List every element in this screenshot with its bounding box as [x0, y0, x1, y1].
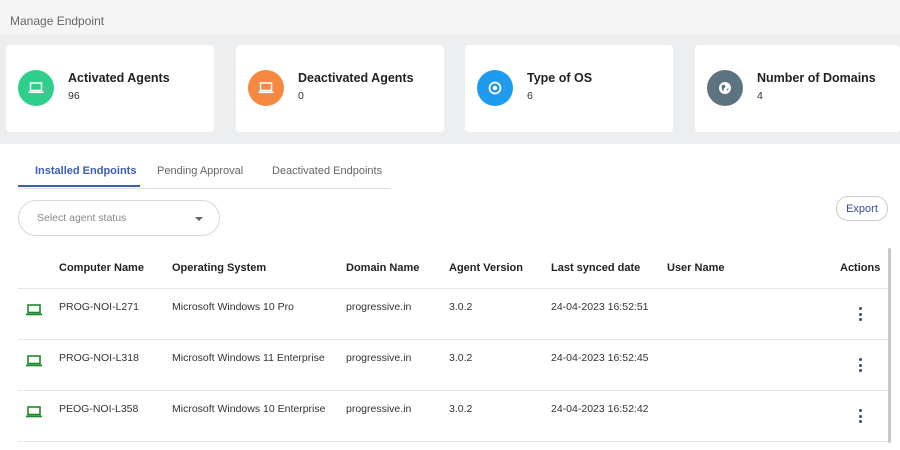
card-label: Deactivated Agents — [298, 71, 414, 85]
column-header: Domain Name — [346, 262, 420, 274]
laptop-icon — [26, 355, 42, 367]
last-synced-date: 24-04-2023 16:52:51 — [551, 301, 649, 313]
endpoint-tabs: Installed Endpoints Pending Approval Dea… — [18, 150, 390, 189]
column-header: Agent Version — [449, 262, 523, 274]
card-value: 96 — [68, 90, 80, 102]
table-scrollbar[interactable] — [888, 248, 891, 443]
operating-system: Microsoft Windows 10 Pro — [172, 301, 294, 313]
table-row[interactable]: PEOG-NOI-L358 Microsoft Windows 10 Enter… — [18, 391, 888, 442]
more-actions-icon[interactable] — [858, 358, 862, 372]
column-header: Computer Name — [59, 262, 144, 274]
table-header: Computer Name Operating System Domain Na… — [18, 248, 888, 289]
domain-name: progressive.in — [346, 301, 412, 313]
select-placeholder: Select agent status — [37, 212, 127, 224]
page-title: Manage Endpoint — [10, 14, 105, 28]
domain-name: progressive.in — [346, 403, 412, 415]
agent-status-select[interactable]: Select agent status — [18, 200, 220, 236]
card-label: Type of OS — [527, 71, 593, 85]
chevron-down-icon — [195, 217, 203, 221]
tab-pending-approval[interactable]: Pending Approval — [157, 165, 243, 177]
top-bar: Manage Endpoint — [0, 0, 900, 35]
column-header: Actions — [840, 262, 881, 274]
card-value: 0 — [298, 90, 304, 102]
card-value: 4 — [757, 90, 763, 102]
card-number-of-domains: Number of Domains 4 — [695, 45, 900, 132]
more-actions-icon[interactable] — [858, 307, 862, 321]
computer-name: PROG-NOI-L271 — [59, 301, 139, 313]
agent-version: 3.0.2 — [449, 352, 473, 364]
card-activated-agents: Activated Agents 96 — [6, 45, 214, 132]
agent-version: 3.0.2 — [449, 403, 473, 415]
table-row[interactable]: PROG-NOI-L318 Microsoft Windows 11 Enter… — [18, 340, 888, 391]
table-row[interactable]: PROG-NOI-L271 Microsoft Windows 10 Pro p… — [18, 289, 888, 340]
computer-name: PROG-NOI-L318 — [59, 352, 139, 364]
operating-system: Microsoft Windows 10 Enterprise — [172, 403, 326, 415]
card-type-of-os: Type of OS 6 — [465, 45, 673, 132]
column-header: Last synced date — [551, 262, 641, 274]
last-synced-date: 24-04-2023 16:52:45 — [551, 352, 649, 364]
laptop-icon — [26, 406, 42, 418]
card-label: Number of Domains — [757, 71, 876, 85]
export-button[interactable]: Export — [836, 196, 888, 221]
card-deactivated-agents: Deactivated Agents 0 — [236, 45, 444, 132]
card-value: 6 — [527, 90, 533, 102]
active-tab-indicator — [18, 185, 140, 187]
laptop-icon — [26, 304, 42, 316]
os-target-icon — [477, 70, 513, 106]
operating-system: Microsoft Windows 11 Enterprise — [172, 352, 325, 364]
column-header: Operating System — [172, 262, 267, 274]
column-header: User Name — [667, 262, 725, 274]
domain-name: progressive.in — [346, 352, 412, 364]
last-synced-date: 24-04-2023 16:52:42 — [551, 403, 649, 415]
tab-installed-endpoints[interactable]: Installed Endpoints — [35, 165, 136, 177]
laptop-icon — [248, 70, 284, 106]
computer-name: PEOG-NOI-L358 — [59, 403, 139, 415]
more-actions-icon[interactable] — [858, 409, 862, 423]
globe-icon — [707, 70, 743, 106]
laptop-icon — [18, 70, 54, 106]
card-label: Activated Agents — [68, 71, 170, 85]
tab-deactivated-endpoints[interactable]: Deactivated Endpoints — [272, 165, 382, 177]
endpoints-table: Computer Name Operating System Domain Na… — [18, 248, 888, 450]
agent-version: 3.0.2 — [449, 301, 473, 313]
